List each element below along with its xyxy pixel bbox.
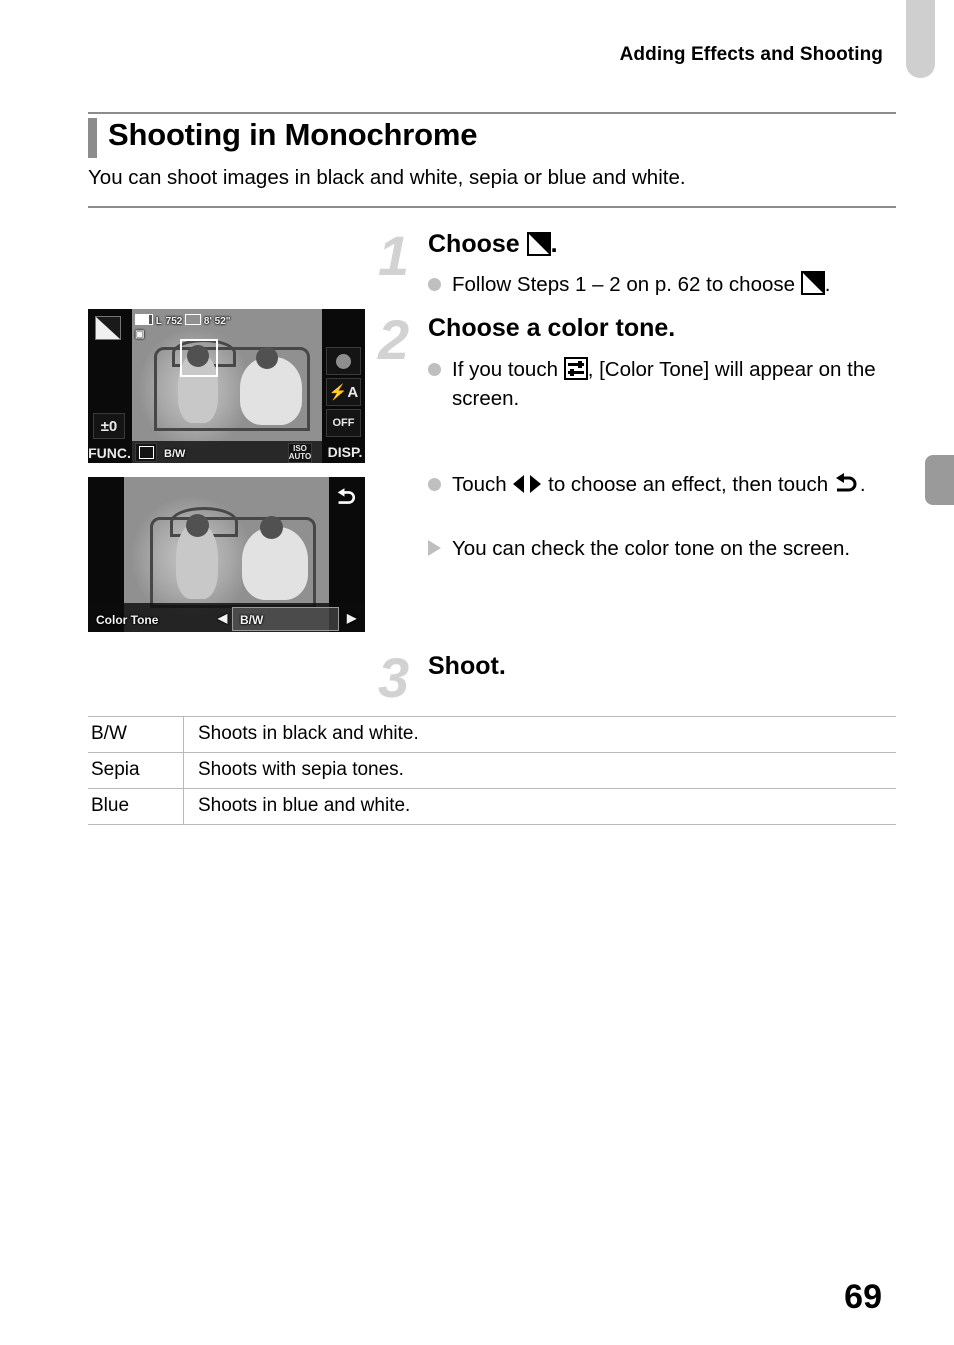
step-2-bullet-2-text: Touch to choose an effect, then touch . — [452, 473, 866, 496]
table-row: B/W Shoots in black and white. — [88, 716, 896, 753]
flash-auto-icon: ⚡A — [328, 384, 359, 401]
table-cell-value: Shoots in blue and white. — [183, 788, 896, 825]
iso-value: AUTO — [288, 452, 312, 461]
left-right-arrows-icon — [512, 474, 542, 494]
osd-top-row: L 752 8' 52" — [135, 314, 231, 327]
heading-accent-bar — [88, 118, 97, 158]
return-arrow-icon — [337, 487, 355, 504]
bullet-dot-icon — [428, 478, 441, 491]
macro-icon: ▣ — [135, 329, 145, 340]
movie-record-icon — [336, 353, 351, 369]
slider-settings-icon — [138, 446, 154, 459]
page-number: 69 — [844, 1278, 882, 1316]
table-cell-key: Blue — [88, 788, 184, 825]
exposure-compensation-button[interactable]: ±0 — [93, 413, 125, 439]
table-cell-value: Shoots with sepia tones. — [183, 752, 896, 789]
step-1-bullet-1-text: Follow Steps 1 – 2 on p. 62 to choose . — [452, 271, 831, 296]
step-3-heading: Shoot. — [428, 652, 506, 680]
camera-screen-shooting: L 752 8' 52" ▣ ±0 FUNC. ⚡A OFF DISP. B/W… — [88, 309, 365, 463]
camera-screen-color-tone: Color Tone ◀ B/W ▶ — [88, 477, 365, 632]
right-arrow-icon[interactable]: ▶ — [347, 611, 356, 625]
step-1-heading: Choose . — [428, 230, 558, 259]
step-number-3: 3 — [378, 646, 410, 709]
monochrome-mode-icon — [526, 232, 551, 256]
flash-auto-button[interactable]: ⚡A — [326, 378, 361, 406]
step-number-1: 1 — [378, 224, 410, 287]
bullet-triangle-icon — [428, 540, 441, 556]
slider-settings-icon — [563, 357, 588, 380]
flash-off-icon: OFF — [332, 417, 355, 429]
index-tab-chapter — [925, 455, 954, 505]
table-cell-value: Shoots in black and white. — [183, 716, 896, 753]
child-right-head — [256, 347, 278, 369]
running-header: Adding Effects and Shooting — [619, 44, 883, 65]
quality-label: L — [155, 316, 163, 327]
live-view-image — [132, 309, 322, 463]
child-left-head — [186, 514, 209, 537]
color-tone-options-table: B/W Shoots in black and white. Sepia Sho… — [88, 716, 896, 825]
step-2-bullet-1: If you touch , [Color Tone] will appear … — [428, 355, 896, 413]
movie-quality-icon — [185, 314, 202, 325]
func-button[interactable]: FUNC. — [88, 442, 131, 463]
step-number-2: 2 — [378, 308, 410, 371]
return-button[interactable] — [333, 485, 361, 509]
table-row: Sepia Shoots with sepia tones. — [88, 752, 896, 789]
heading-rule-bottom — [88, 206, 896, 208]
movie-record-button[interactable] — [326, 347, 361, 375]
iso-indicator: ISO AUTO — [288, 443, 312, 463]
color-tone-selected-value: B/W — [240, 613, 264, 627]
bullet-dot-icon — [428, 278, 441, 291]
af-frame — [180, 339, 218, 377]
step-2-bullet-3: You can check the color tone on the scre… — [428, 534, 858, 563]
battery-icon — [135, 314, 153, 325]
color-tone-current-value: B/W — [164, 448, 186, 460]
table-cell-key: Sepia — [88, 752, 184, 789]
step-2-bullet-2: Touch to choose an effect, then touch . — [428, 470, 898, 499]
monochrome-mode-icon[interactable] — [95, 316, 121, 340]
return-arrow-icon — [835, 473, 857, 492]
bullet-dot-icon — [428, 363, 441, 376]
left-arrow-icon[interactable]: ◀ — [218, 611, 227, 625]
step-1-bullet-1: Follow Steps 1 – 2 on p. 62 to choose . — [428, 270, 898, 299]
color-tone-setting-label: Color Tone — [96, 613, 159, 627]
shots-remaining: 752 — [165, 316, 183, 327]
step-1-heading-text: Choose — [428, 230, 520, 258]
step-1-heading-period: . — [550, 230, 558, 258]
heading-rule-top — [88, 112, 896, 114]
index-tab-top — [906, 0, 935, 78]
step-2-bullet-1-text: If you touch , [Color Tone] will appear … — [452, 357, 876, 410]
step-2-heading: Choose a color tone. — [428, 314, 676, 342]
page-title: Shooting in Monochrome — [108, 117, 478, 152]
table-cell-key: B/W — [88, 716, 184, 753]
disp-button[interactable]: DISP. — [325, 441, 365, 463]
monochrome-mode-icon — [800, 271, 825, 295]
table-row: Blue Shoots in blue and white. — [88, 788, 896, 825]
movie-time-remaining: 8' 52" — [203, 316, 231, 327]
child-right-head — [260, 516, 283, 539]
step-2-bullet-3-text: You can check the color tone on the scre… — [452, 537, 851, 560]
flash-off-button[interactable]: OFF — [326, 409, 361, 437]
slider-settings-button[interactable] — [135, 443, 157, 462]
section-description: You can shoot images in black and white,… — [88, 166, 686, 189]
